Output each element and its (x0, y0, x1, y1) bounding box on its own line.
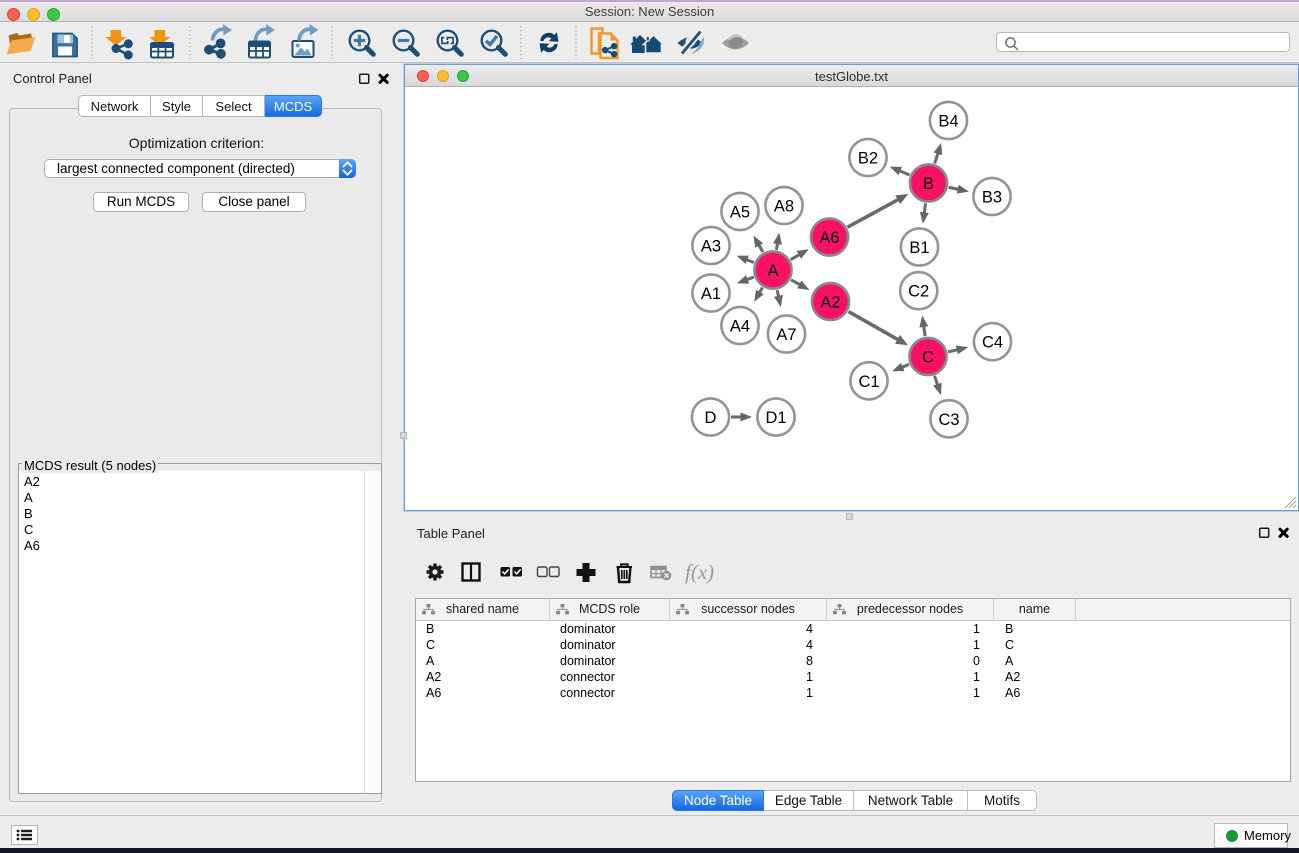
svg-text:B3: B3 (982, 189, 1002, 207)
svg-text:B4: B4 (938, 113, 958, 131)
svg-text:A8: A8 (774, 198, 794, 216)
svg-text:C: C (922, 349, 934, 367)
svg-text:A: A (767, 262, 778, 280)
svg-text:C3: C3 (938, 411, 959, 429)
svg-text:D: D (705, 409, 717, 427)
svg-text:B2: B2 (858, 150, 878, 168)
svg-text:A3: A3 (701, 238, 721, 256)
svg-text:A6: A6 (819, 229, 839, 247)
svg-text:C4: C4 (982, 334, 1003, 352)
svg-text:A7: A7 (776, 326, 796, 344)
svg-text:B: B (923, 175, 934, 193)
svg-text:A2: A2 (820, 294, 840, 312)
svg-text:A5: A5 (730, 204, 750, 222)
svg-text:B1: B1 (909, 239, 929, 257)
svg-text:f(x): f(x) (685, 560, 714, 584)
svg-text:C1: C1 (858, 373, 879, 391)
svg-text:C2: C2 (908, 283, 929, 301)
svg-text:A1: A1 (701, 285, 721, 303)
svg-text:A4: A4 (730, 318, 750, 336)
svg-text:D1: D1 (765, 409, 786, 427)
